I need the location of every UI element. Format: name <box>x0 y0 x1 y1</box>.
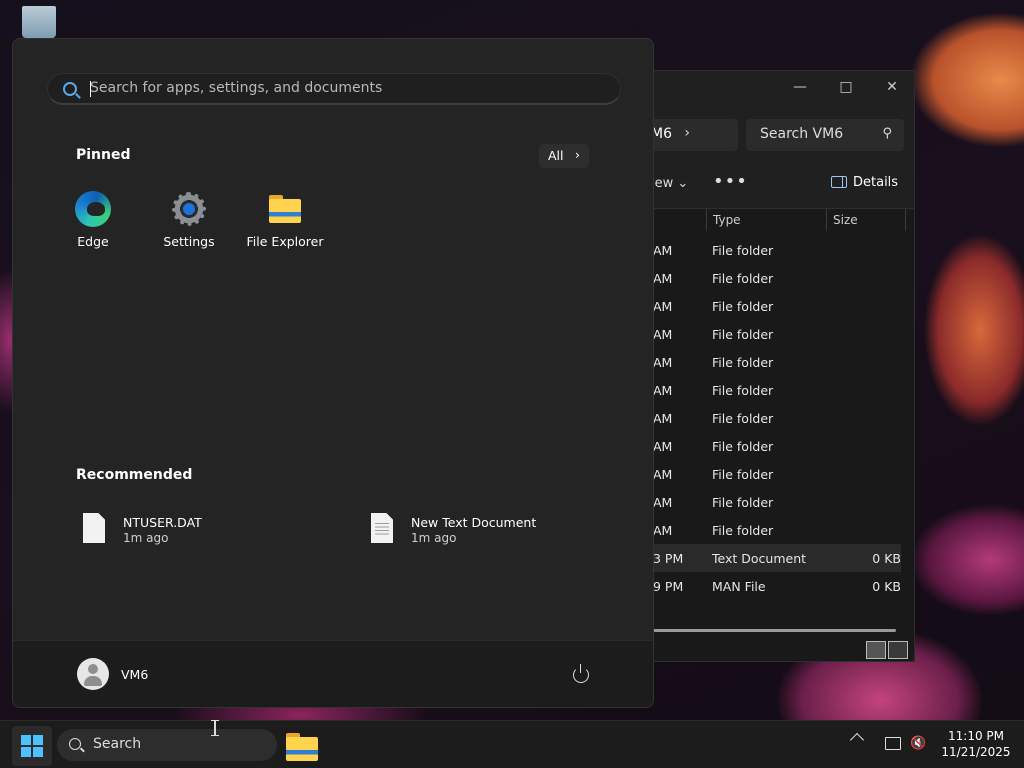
column-header-size[interactable]: Size <box>833 213 858 235</box>
view-label: iew <box>651 176 674 191</box>
recommended-item-name: NTUSER.DAT <box>123 515 202 530</box>
explorer-search-placeholder: Search VM6 <box>760 126 844 142</box>
cell-type: File folder <box>712 271 774 286</box>
recommended-item[interactable]: New Text Document 1m ago <box>371 513 591 553</box>
cell-date: AM <box>653 299 673 314</box>
text-caret <box>90 81 91 97</box>
cell-date: AM <box>653 523 673 538</box>
recommended-title: Recommended <box>76 467 193 483</box>
cell-type: File folder <box>712 355 774 370</box>
taskbar-search-label: Search <box>93 736 142 752</box>
cell-date: 9 PM <box>653 579 684 594</box>
maximize-button[interactable]: □ <box>823 75 869 99</box>
taskbar: Search 🔇 11:10 PM 11/21/2025 <box>0 720 1024 768</box>
cell-type: File folder <box>712 495 774 510</box>
cell-type: File folder <box>712 467 774 482</box>
pinned-title: Pinned <box>76 147 131 163</box>
pinned-app-file-explorer[interactable]: File Explorer <box>240 191 330 249</box>
cell-size: 0 KB <box>872 551 901 566</box>
show-hidden-icons-chevron-icon[interactable] <box>849 732 865 748</box>
pinned-app-settings[interactable]: Settings <box>144 191 234 249</box>
edge-icon <box>75 191 111 227</box>
all-apps-label: All <box>548 148 564 163</box>
cell-type: MAN File <box>712 579 766 594</box>
recommended-item-time: 1m ago <box>411 531 457 545</box>
document-icon <box>83 513 105 543</box>
cell-type: File folder <box>712 299 774 314</box>
view-toggle-group <box>864 641 908 663</box>
cell-date: AM <box>653 355 673 370</box>
search-icon: ⚲ <box>882 126 892 141</box>
cell-type: File folder <box>712 243 774 258</box>
recommended-item-time: 1m ago <box>123 531 169 545</box>
column-divider[interactable] <box>706 209 707 231</box>
taskbar-file-explorer[interactable] <box>283 727 319 763</box>
chevron-right-icon: › <box>575 147 580 162</box>
cell-date: 3 PM <box>653 551 684 566</box>
cell-type: File folder <box>712 411 774 426</box>
taskbar-search[interactable]: Search <box>57 729 277 761</box>
power-icon[interactable] <box>573 664 589 683</box>
pinned-app-label: Edge <box>77 234 109 249</box>
more-options-icon[interactable]: ••• <box>713 171 748 192</box>
details-view-button[interactable] <box>866 641 886 659</box>
clock-date: 11/21/2025 <box>941 745 1011 759</box>
recommended-item-name: New Text Document <box>411 515 537 530</box>
cell-date: AM <box>653 495 673 510</box>
windows-logo-icon <box>21 735 43 757</box>
taskbar-clock[interactable]: 11:10 PM 11/21/2025 <box>936 728 1016 760</box>
breadcrumb-label: M6 <box>651 126 672 142</box>
cell-date: AM <box>653 271 673 286</box>
folder-icon <box>267 191 303 227</box>
volume-muted-icon[interactable]: 🔇 <box>910 736 926 751</box>
start-search-placeholder: Search for apps, settings, and documents <box>90 80 383 96</box>
cell-date: AM <box>653 439 673 454</box>
pinned-app-label: Settings <box>163 234 215 249</box>
cell-type: File folder <box>712 523 774 538</box>
text-document-icon <box>371 513 393 543</box>
cell-date: AM <box>653 243 673 258</box>
cell-type: Text Document <box>712 551 807 566</box>
search-icon <box>69 738 81 750</box>
cell-date: AM <box>653 467 673 482</box>
column-divider[interactable] <box>826 209 827 231</box>
clock-time: 11:10 PM <box>948 729 1004 743</box>
details-pane-icon <box>831 176 847 188</box>
gear-icon <box>171 191 207 227</box>
view-menu-button[interactable]: iew ⌄ <box>651 176 688 191</box>
cell-type: File folder <box>712 327 774 342</box>
text-cursor-icon <box>211 720 219 736</box>
cell-type: File folder <box>712 439 774 454</box>
start-search-input[interactable]: Search for apps, settings, and documents <box>47 73 621 105</box>
cell-date: AM <box>653 411 673 426</box>
tiles-view-button[interactable] <box>888 641 908 659</box>
details-label: Details <box>853 175 899 190</box>
user-name[interactable]: VM6 <box>121 667 148 682</box>
cell-date: AM <box>653 383 673 398</box>
network-icon[interactable] <box>885 737 901 750</box>
search-icon <box>63 82 77 96</box>
horizontal-scrollbar[interactable] <box>651 629 896 632</box>
column-header-type[interactable]: Type <box>713 213 741 235</box>
details-pane-button[interactable]: Details <box>831 175 898 190</box>
cell-type: File folder <box>712 383 774 398</box>
close-button[interactable]: ✕ <box>869 75 915 99</box>
cell-date: AM <box>653 327 673 342</box>
column-divider[interactable] <box>905 209 906 231</box>
cell-size: 0 KB <box>872 579 901 594</box>
folder-icon <box>284 729 318 761</box>
recommended-item[interactable]: NTUSER.DAT 1m ago <box>83 513 283 553</box>
pinned-app-label: File Explorer <box>246 234 324 249</box>
start-menu: Search for apps, settings, and documents… <box>12 38 654 708</box>
all-apps-button[interactable]: All › <box>539 144 589 168</box>
start-footer: VM6 <box>13 640 653 707</box>
start-button[interactable] <box>12 726 52 766</box>
pinned-app-edge[interactable]: Edge <box>48 191 138 249</box>
minimize-button[interactable]: — <box>777 75 823 99</box>
user-avatar[interactable] <box>77 658 109 690</box>
explorer-search-input[interactable]: Search VM6 ⚲ <box>746 119 904 151</box>
recycle-bin-icon[interactable] <box>20 6 58 40</box>
chevron-right-icon[interactable]: › <box>684 125 690 141</box>
